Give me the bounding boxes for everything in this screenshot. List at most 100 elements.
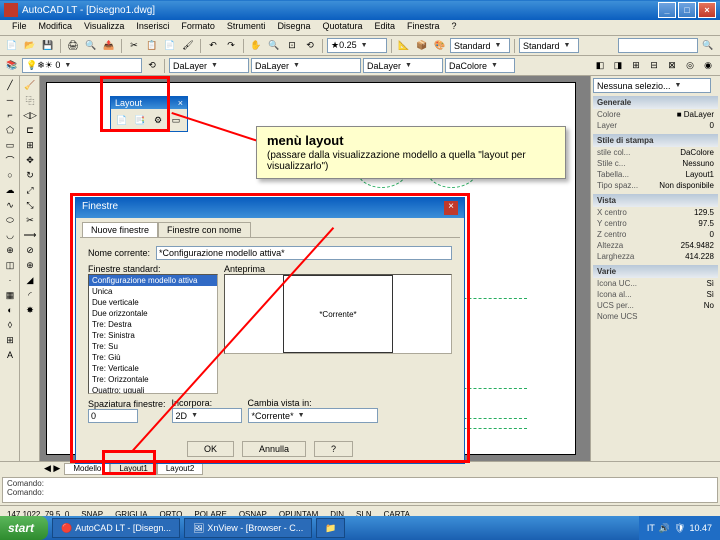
- scale-combo[interactable]: ★0.25: [327, 38, 387, 53]
- insert-icon[interactable]: ⊕: [2, 243, 18, 257]
- tab-layout1[interactable]: Layout1: [110, 463, 156, 475]
- tool3-icon[interactable]: ⊞: [628, 58, 644, 74]
- spacing-input[interactable]: [88, 409, 138, 423]
- close-button[interactable]: ×: [698, 2, 716, 18]
- list-item[interactable]: Due verticale: [89, 297, 217, 308]
- prop-value[interactable]: 414.228: [685, 252, 714, 261]
- prop-value[interactable]: DaColore: [680, 148, 714, 157]
- layout-new-icon[interactable]: 📄: [114, 112, 130, 128]
- pan-icon[interactable]: ✋: [248, 38, 264, 54]
- menu-disegna[interactable]: Disegna: [271, 20, 316, 35]
- command-line[interactable]: Comando: Comando:: [2, 477, 718, 503]
- std-combo[interactable]: Standard: [450, 38, 510, 53]
- prop-value[interactable]: Layout1: [686, 170, 714, 179]
- stretch-icon[interactable]: ⤡: [22, 198, 38, 212]
- task-item[interactable]: 🔴AutoCAD LT - [Disegn...: [52, 518, 180, 538]
- arc-icon[interactable]: ⌒: [2, 153, 18, 167]
- list-item[interactable]: Configurazione modello attiva: [89, 275, 217, 286]
- rect-icon[interactable]: ▭: [2, 138, 18, 152]
- prop-value[interactable]: 97.5: [698, 219, 714, 228]
- mtext-icon[interactable]: A: [2, 348, 18, 362]
- tool7-icon[interactable]: ◉: [700, 58, 716, 74]
- scale2-icon[interactable]: ⤢: [22, 183, 38, 197]
- tool6-icon[interactable]: ◎: [682, 58, 698, 74]
- tray-icon[interactable]: 🔊: [659, 523, 670, 534]
- ltype-combo[interactable]: DaLayer: [251, 58, 361, 73]
- explode-icon[interactable]: ✸: [22, 303, 38, 317]
- group-vista[interactable]: Vista: [593, 194, 718, 207]
- list-item[interactable]: Tre: Verticale: [89, 363, 217, 374]
- tab-layout2[interactable]: Layout2: [157, 463, 203, 475]
- open-icon[interactable]: 📂: [22, 38, 38, 54]
- move-icon[interactable]: ✥: [22, 153, 38, 167]
- ok-button[interactable]: OK: [187, 441, 234, 457]
- prop-value[interactable]: Sì: [706, 290, 714, 299]
- tp-icon[interactable]: 🎨: [432, 38, 448, 54]
- minimize-button[interactable]: _: [658, 2, 676, 18]
- ellipse-icon[interactable]: ⬭: [2, 213, 18, 227]
- rotate-icon[interactable]: ↻: [22, 168, 38, 182]
- tab-new-viewports[interactable]: Nuove finestre: [82, 222, 158, 237]
- menu-modifica[interactable]: Modifica: [33, 20, 79, 35]
- preview-icon[interactable]: 🔍: [83, 38, 99, 54]
- prop-value[interactable]: Nessuno: [682, 159, 714, 168]
- circle-icon[interactable]: ○: [2, 168, 18, 182]
- task-item[interactable]: 🖼XnView - [Browser - C...: [184, 518, 312, 538]
- help-button[interactable]: ?: [314, 441, 353, 457]
- point-icon[interactable]: ·: [2, 273, 18, 287]
- prop-value[interactable]: Sì: [706, 279, 714, 288]
- group-stile[interactable]: Stile di stampa: [593, 134, 718, 147]
- layer-combo[interactable]: 💡❄☀ 0: [22, 58, 142, 73]
- tool4-icon[interactable]: ⊟: [646, 58, 662, 74]
- prop-value[interactable]: 129.5: [694, 208, 714, 217]
- tool5-icon[interactable]: ⊠: [664, 58, 680, 74]
- tool1-icon[interactable]: ◧: [592, 58, 608, 74]
- list-item[interactable]: Unica: [89, 286, 217, 297]
- dialog-close-icon[interactable]: ×: [444, 201, 458, 215]
- search-icon[interactable]: 🔍: [700, 38, 716, 54]
- page-setup-icon[interactable]: ⚙: [150, 112, 166, 128]
- task-item[interactable]: 📁: [316, 518, 345, 538]
- zoom-win-icon[interactable]: ⊡: [284, 38, 300, 54]
- prop-value[interactable]: No: [704, 301, 714, 310]
- spline-icon[interactable]: ∿: [2, 198, 18, 212]
- xline-icon[interactable]: ─: [2, 93, 18, 107]
- props-icon[interactable]: 📐: [396, 38, 412, 54]
- join-icon[interactable]: ⊕: [22, 258, 38, 272]
- prop-value[interactable]: ■ DaLayer: [677, 110, 714, 119]
- copy-icon[interactable]: 📋: [144, 38, 160, 54]
- pline-icon[interactable]: ⌐: [2, 108, 18, 122]
- prop-value[interactable]: 0: [710, 121, 714, 130]
- lweight-combo[interactable]: DaLayer: [363, 58, 443, 73]
- layout-template-icon[interactable]: 📑: [132, 112, 148, 128]
- menu-edita[interactable]: Edita: [369, 20, 402, 35]
- chamfer-icon[interactable]: ◢: [22, 273, 38, 287]
- group-varie[interactable]: Varie: [593, 265, 718, 278]
- system-tray[interactable]: IT 🔊 🛡 10.47: [639, 516, 720, 540]
- prop-value[interactable]: 254.9482: [681, 241, 714, 250]
- break-icon[interactable]: ⊘: [22, 243, 38, 257]
- zoom-prev-icon[interactable]: ⟲: [302, 38, 318, 54]
- erase-icon[interactable]: 🧹: [22, 78, 38, 92]
- selection-combo[interactable]: Nessuna selezio...: [593, 78, 711, 93]
- menu-strumenti[interactable]: Strumenti: [221, 20, 272, 35]
- cancel-button[interactable]: Annulla: [242, 441, 306, 457]
- start-button[interactable]: start: [0, 516, 48, 540]
- menu-file[interactable]: File: [6, 20, 33, 35]
- changeview-combo[interactable]: *Corrente*: [248, 408, 378, 423]
- hatch-icon[interactable]: ▦: [2, 288, 18, 302]
- mirror-icon[interactable]: ◁▷: [22, 108, 38, 122]
- redo-icon[interactable]: ↷: [223, 38, 239, 54]
- table-icon[interactable]: ⊞: [2, 333, 18, 347]
- list-item[interactable]: Tre: Destra: [89, 319, 217, 330]
- list-item[interactable]: Tre: Su: [89, 341, 217, 352]
- list-item[interactable]: Tre: Sinistra: [89, 330, 217, 341]
- menu-formato[interactable]: Formato: [175, 20, 221, 35]
- dc-icon[interactable]: 📦: [414, 38, 430, 54]
- region-icon[interactable]: ◊: [2, 318, 18, 332]
- fillet-icon[interactable]: ◜: [22, 288, 38, 302]
- tray-icon[interactable]: 🛡: [674, 523, 685, 534]
- earc-icon[interactable]: ◡: [2, 228, 18, 242]
- match-icon[interactable]: 🖌: [180, 38, 196, 54]
- offset-icon[interactable]: ⊏: [22, 123, 38, 137]
